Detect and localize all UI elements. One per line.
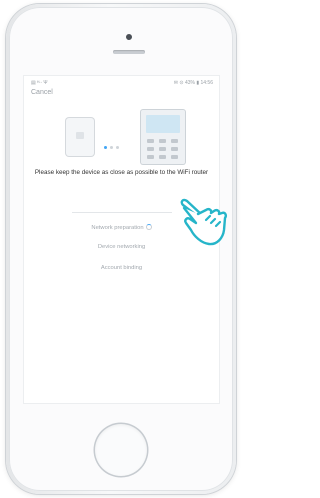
thermostat-key <box>171 155 178 159</box>
thermostat-display <box>146 115 180 133</box>
divider <box>72 212 172 213</box>
home-button[interactable] <box>95 424 147 476</box>
pager-dot-2 <box>110 146 113 149</box>
thermostat-key <box>147 139 154 143</box>
cancel-button[interactable]: Cancel <box>31 89 53 96</box>
pager-dots <box>104 136 122 154</box>
thermostat-key <box>171 139 178 143</box>
status-left: ▤ ᴴ⸱⸱ Ψ <box>31 80 48 86</box>
step-label: Device networking <box>97 244 146 250</box>
earpiece-speaker <box>113 50 145 54</box>
thermostat-key <box>159 155 166 159</box>
step-label: Account binding <box>100 265 143 271</box>
instruction-text: Please keep the device as close as possi… <box>34 169 209 176</box>
loading-spinner-icon <box>145 224 152 230</box>
status-bar: ▤ ᴴ⸱⸱ Ψ ✉ ⊙ 43% ▮ 14:56 <box>24 76 219 88</box>
thermostat-key <box>147 147 154 151</box>
phone-illustration <box>66 118 94 156</box>
thermostat-key <box>159 139 166 143</box>
thermostat-illustration <box>141 110 185 164</box>
pager-dot-3 <box>116 146 119 149</box>
step-account-binding: Account binding <box>44 265 199 271</box>
front-camera <box>126 34 132 40</box>
pager-dot-1 <box>104 146 107 149</box>
status-right: ✉ ⊙ 43% ▮ 14:56 <box>173 80 213 86</box>
thermostat-key <box>147 155 154 159</box>
step-label: Network preparation <box>91 225 144 231</box>
phone-illustration-screen <box>76 132 84 139</box>
thermostat-key <box>171 147 178 151</box>
pointing-hand-icon <box>180 198 227 246</box>
thermostat-key <box>159 147 166 151</box>
